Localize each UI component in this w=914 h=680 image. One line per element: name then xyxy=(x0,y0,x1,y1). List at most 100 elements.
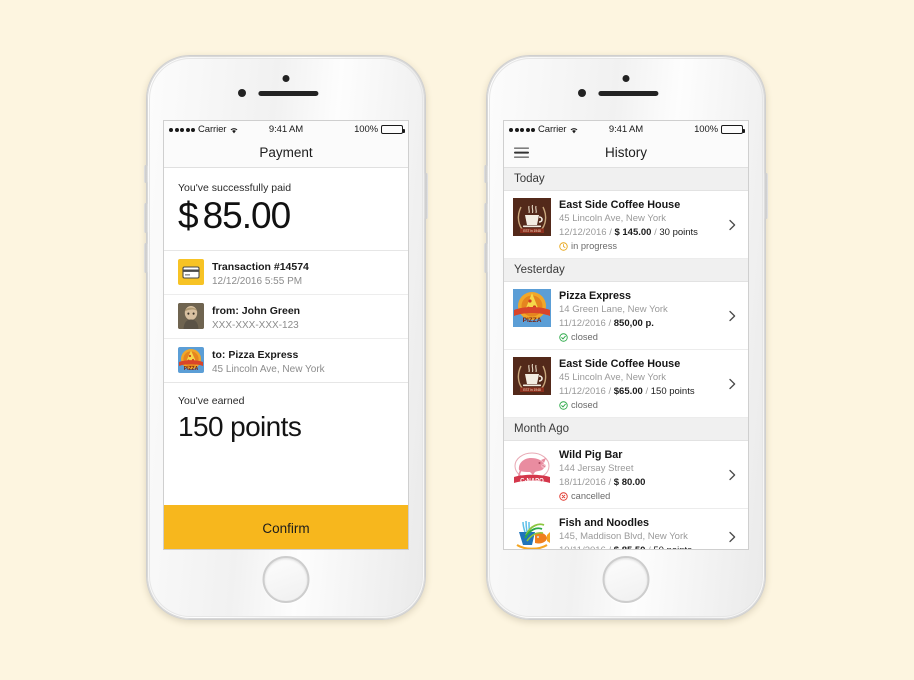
battery-icon xyxy=(721,125,745,134)
front-camera-icon xyxy=(282,75,290,82)
nav-bar-history: History xyxy=(504,138,748,168)
transaction-amount: $ 80.00 xyxy=(613,476,646,488)
chevron-right-icon[interactable] xyxy=(726,469,738,481)
volume-down-button[interactable] xyxy=(484,243,488,273)
phone-mockup-history: Carrier 9:41 AM 100% History Today EST i… xyxy=(484,55,768,620)
section-header-month-ago: Month Ago xyxy=(504,418,748,442)
chevron-right-icon[interactable] xyxy=(726,378,738,390)
carrier-label: Carrier xyxy=(538,124,567,135)
separator: / xyxy=(645,385,649,397)
status-bar-right: 100% xyxy=(303,124,405,135)
list-item[interactable]: Fish and Noodles 145, Maddison Blvd, New… xyxy=(504,509,748,549)
coffee-house-logo-icon: EST in 1948 xyxy=(513,357,551,396)
payment-success-label: You've successfully paid xyxy=(178,182,292,194)
points-earned-label: You've earned xyxy=(178,394,245,407)
separator: / xyxy=(608,317,612,329)
svg-text:EST in 1948: EST in 1948 xyxy=(523,229,541,233)
merchant-name: East Side Coffee House xyxy=(559,358,681,371)
status-bar: Carrier 9:41 AM 100% xyxy=(504,121,748,138)
separator: / xyxy=(608,545,611,549)
transaction-meta: 18/11/2016 / $ 80.00 xyxy=(559,476,718,490)
battery-percent-label: 100% xyxy=(694,124,718,135)
battery-percent-label: 100% xyxy=(354,124,378,135)
recipient-name-label: to: Pizza Express xyxy=(212,348,299,361)
amount-value: 85.00 xyxy=(202,195,292,236)
clock-icon xyxy=(559,241,568,251)
transaction-meta: 11/12/2016 / 850,00 p. xyxy=(559,317,718,331)
power-button[interactable] xyxy=(764,173,768,219)
transaction-points: 150 points xyxy=(650,385,695,397)
transaction-meta: 12/12/2016 / $ 145.00 / 30 points xyxy=(559,226,718,240)
payment-body: You've successfully paid $85.00 Transact… xyxy=(164,168,408,549)
chevron-right-icon[interactable] xyxy=(726,310,738,322)
phone-sensors xyxy=(486,75,766,105)
history-list[interactable]: Today EST in 1948 East Side Coffee House… xyxy=(504,168,748,549)
list-item[interactable]: EST in 1948 East Side Coffee House 45 Li… xyxy=(504,350,748,419)
merchant-name: Pizza Express xyxy=(559,290,632,303)
volume-up-button[interactable] xyxy=(484,203,488,233)
payment-amount-block: You've successfully paid $85.00 xyxy=(164,168,408,244)
volume-down-button[interactable] xyxy=(144,243,148,273)
svg-text:C·NAPO: C·NAPO xyxy=(520,479,544,485)
transaction-amount: $ 85.50 xyxy=(614,545,646,549)
list-item-content: Fish and Noodles 145, Maddison Blvd, New… xyxy=(559,516,718,549)
transaction-meta: 11/12/2016 / $65.00 / 150 points xyxy=(559,385,718,399)
recipient-address-label: 45 Lincoln Ave, New York xyxy=(212,363,325,375)
section-header-yesterday: Yesterday xyxy=(504,259,748,283)
merchant-address: 45 Lincoln Ave, New York xyxy=(559,372,667,384)
sender-card-label: XXX-XXX-XXX-123 xyxy=(212,319,299,331)
power-button[interactable] xyxy=(424,173,428,219)
sender-name-label: from: John Green xyxy=(212,304,301,317)
check-circle-icon xyxy=(559,400,568,410)
merchant-name: Fish and Noodles xyxy=(559,517,649,530)
fish-and-noodles-logo-icon xyxy=(513,516,551,549)
hamburger-icon[interactable] xyxy=(514,147,529,158)
home-button[interactable] xyxy=(262,556,310,603)
separator: / xyxy=(609,226,612,238)
screen-payment: Carrier 9:41 AM 100% Payment You've succ… xyxy=(163,120,409,550)
screen-history: Carrier 9:41 AM 100% History Today EST i… xyxy=(503,120,749,550)
section-header-today: Today xyxy=(504,168,748,191)
nav-bar-payment: Payment xyxy=(164,138,408,168)
transaction-amount: 850,00 p. xyxy=(613,317,654,329)
clock-label: 9:41 AM xyxy=(608,124,644,135)
transaction-date: 18/11/2016 xyxy=(559,476,606,488)
detail-text: from: John Green XXX-XXX-XXX-123 xyxy=(212,301,300,332)
silent-switch[interactable] xyxy=(144,165,148,183)
status-bar: Carrier 9:41 AM 100% xyxy=(164,121,408,138)
confirm-button[interactable]: Confirm xyxy=(164,505,408,549)
volume-up-button[interactable] xyxy=(144,203,148,233)
merchant-address: 14 Green Lane, New York xyxy=(559,304,668,316)
transaction-amount: $ 145.00 xyxy=(614,226,652,238)
svg-text:PIZZA: PIZZA xyxy=(184,366,199,372)
transaction-id-label: Transaction #14574 xyxy=(212,260,309,273)
detail-text: Transaction #14574 12/12/2016 5:55 PM xyxy=(212,257,309,288)
status-label: cancelled xyxy=(571,491,611,502)
points-earned-value: 150 points xyxy=(178,410,302,442)
chevron-right-icon[interactable] xyxy=(726,531,738,543)
list-item[interactable]: PIZZA Pizza Express 14 Green Lane, New Y… xyxy=(504,282,748,351)
transaction-date: 10/11/2016 xyxy=(559,545,606,549)
pizza-express-logo-icon: PIZZA xyxy=(513,289,551,328)
silent-switch[interactable] xyxy=(484,165,488,183)
chevron-right-icon[interactable] xyxy=(726,219,738,231)
list-item-content: Pizza Express 14 Green Lane, New York 11… xyxy=(559,289,718,342)
battery-icon xyxy=(381,125,405,134)
transaction-amount: $65.00 xyxy=(613,385,643,397)
transaction-details-list: Transaction #14574 12/12/2016 5:55 PM fr… xyxy=(164,249,408,382)
home-button[interactable] xyxy=(602,556,650,603)
wild-pig-bar-logo-icon: C·NAPO xyxy=(513,448,551,487)
list-item[interactable]: EST in 1948 East Side Coffee House 45 Li… xyxy=(504,191,748,260)
detail-row-transaction[interactable]: Transaction #14574 12/12/2016 5:55 PM xyxy=(164,251,408,295)
detail-row-sender[interactable]: from: John Green XXX-XXX-XXX-123 xyxy=(164,295,408,339)
transaction-meta: 10/11/2016 / $ 85.50 / 50 points xyxy=(559,544,718,549)
detail-row-recipient[interactable]: PIZZA to: Pizza Express 45 Lincoln Ave, … xyxy=(164,339,408,382)
earpiece-speaker xyxy=(258,91,319,96)
wifi-icon xyxy=(569,126,579,134)
avatar xyxy=(178,303,204,330)
status-bar-left: Carrier xyxy=(509,124,609,135)
transaction-points: 30 points xyxy=(659,226,698,238)
list-item[interactable]: C·NAPO Wild Pig Bar 144 Jersay Street 18… xyxy=(504,441,748,510)
transaction-date: 11/12/2016 xyxy=(559,385,606,397)
status-label: closed xyxy=(571,400,598,411)
